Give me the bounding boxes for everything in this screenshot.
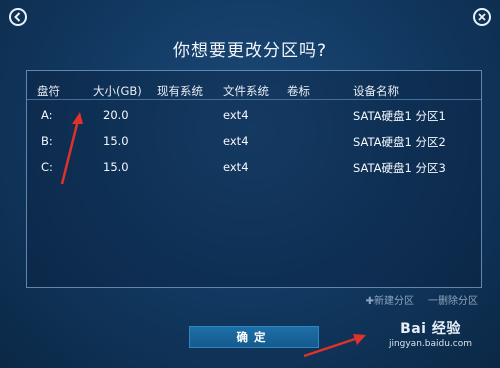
cell-drive: A: (41, 108, 53, 122)
back-icon[interactable] (9, 8, 27, 26)
cell-size: 20.0 (103, 108, 129, 122)
baidu-watermark: Bai 经验 jingyan.baidu.com (389, 318, 472, 349)
delete-partition-button[interactable]: 一删除分区 (428, 292, 478, 307)
header-divider (27, 99, 481, 100)
cell-device: SATA硬盘1 分区2 (353, 135, 446, 149)
header-system: 现有系统 (157, 84, 203, 98)
header-drive: 盘符 (37, 84, 60, 98)
cell-filesystem: ext4 (223, 108, 249, 122)
cell-filesystem: ext4 (223, 134, 249, 148)
close-icon[interactable] (473, 8, 491, 26)
header-device: 设备名称 (353, 84, 399, 98)
annotation-arrow-icon (60, 112, 83, 185)
partition-table: 盘符 大小(GB) 现有系统 文件系统 卷标 设备名称 A: 20.0 ext4… (26, 70, 482, 288)
header-label: 卷标 (287, 84, 310, 98)
cell-filesystem: ext4 (223, 160, 249, 174)
table-row[interactable]: A: 20.0 ext4 SATA硬盘1 分区1 (27, 102, 481, 128)
annotation-arrow-icon (303, 334, 366, 358)
cell-size: 15.0 (103, 160, 129, 174)
dialog-title: 你想要更改分区吗? (172, 41, 328, 61)
cell-size: 15.0 (103, 134, 129, 148)
watermark-url: jingyan.baidu.com (388, 339, 472, 349)
cell-device: SATA硬盘1 分区1 (353, 109, 446, 123)
cell-device: SATA硬盘1 分区3 (353, 161, 446, 175)
table-row[interactable]: C: 15.0 ext4 SATA硬盘1 分区3 (27, 154, 481, 180)
new-partition-button[interactable]: ✚新建分区 (366, 292, 414, 307)
cell-drive: C: (41, 160, 53, 174)
watermark-brand: Bai 经验 (400, 321, 461, 337)
header-size: 大小(GB) (93, 84, 142, 98)
cell-drive: B: (41, 134, 53, 148)
header-filesystem: 文件系统 (223, 84, 269, 98)
table-row[interactable]: B: 15.0 ext4 SATA硬盘1 分区2 (27, 128, 481, 154)
partition-actions: ✚新建分区 一删除分区 (366, 292, 478, 307)
